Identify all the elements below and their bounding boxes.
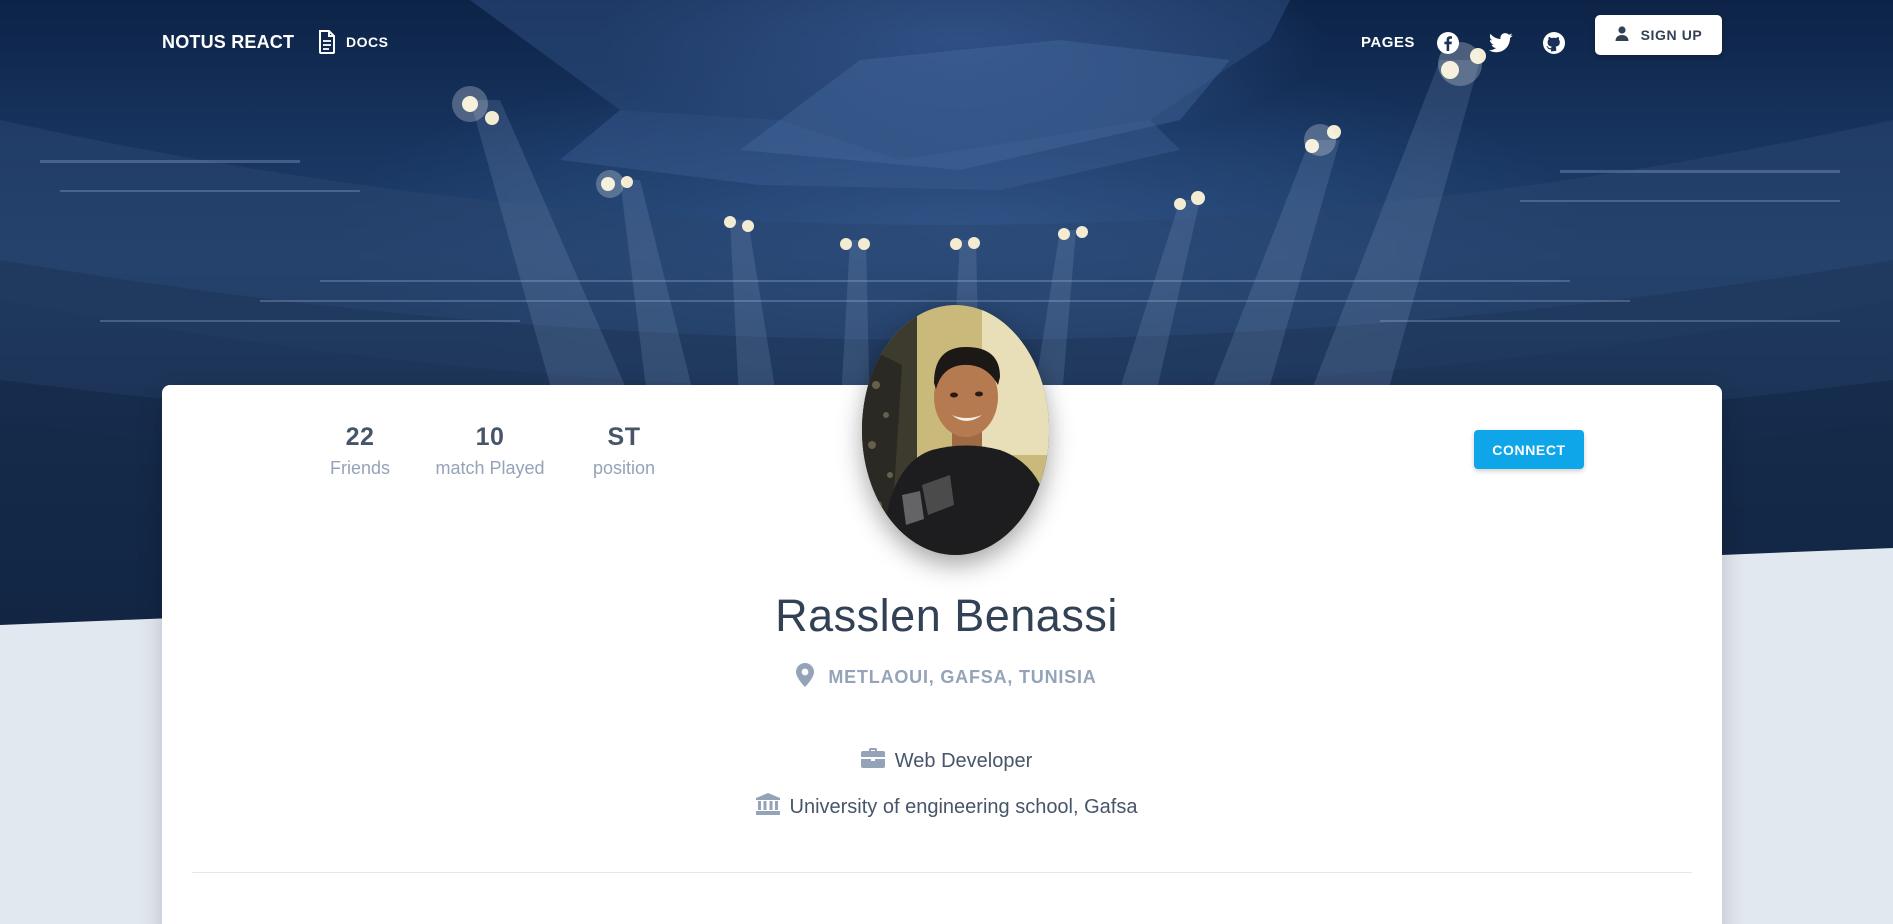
job-row: Web Developer [0, 748, 1893, 774]
profile-photo [862, 305, 1049, 555]
location-text: METLAOUI, GAFSA, TUNISIA [828, 667, 1097, 687]
avatar [862, 305, 1049, 555]
facebook-icon[interactable] [1435, 30, 1461, 56]
stat-label: position [592, 458, 656, 478]
job-title: Web Developer [894, 749, 1033, 772]
stat-friends: 22 Friends [320, 423, 400, 479]
sign-up-label: SIGN UP [1640, 27, 1703, 43]
location-row: METLAOUI, GAFSA, TUNISIA [0, 663, 1893, 692]
navbar: NOTUS REACT DOCS PAGES SIGN UP [0, 0, 1893, 86]
stat-position: ST position [579, 423, 669, 479]
docs-label: DOCS [346, 34, 389, 50]
document-icon [318, 30, 336, 54]
stat-matches-played: 10 match Played [425, 423, 555, 479]
stat-value: 10 [475, 423, 505, 451]
stat-value: ST [607, 423, 641, 451]
github-icon[interactable] [1541, 30, 1567, 56]
twitter-icon[interactable] [1488, 30, 1514, 56]
university-icon [755, 793, 780, 821]
user-icon [1615, 26, 1629, 44]
brand-link[interactable]: NOTUS REACT [162, 32, 294, 53]
stat-label: match Played [435, 458, 545, 478]
map-pin-icon [796, 663, 815, 692]
stat-label: Friends [329, 458, 391, 478]
stat-value: 22 [345, 423, 375, 451]
briefcase-icon [860, 748, 885, 774]
pages-dropdown[interactable]: PAGES [1361, 34, 1415, 51]
divider [192, 872, 1692, 873]
education-text: University of engineering school, Gafsa [789, 795, 1138, 818]
connect-button[interactable]: CONNECT [1474, 430, 1584, 469]
education-row: University of engineering school, Gafsa [0, 793, 1893, 821]
sign-up-button[interactable]: SIGN UP [1595, 15, 1722, 55]
docs-link[interactable]: DOCS [318, 30, 388, 54]
profile-name: Rasslen Benassi [775, 590, 1118, 641]
